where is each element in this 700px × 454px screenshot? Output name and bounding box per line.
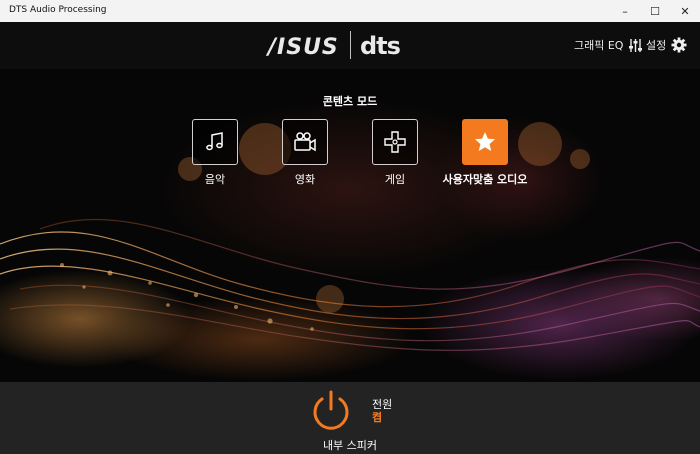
power-footer: 전원 켬 내부 스피커 [0,382,700,454]
mode-custom-audio-label: 사용자맞춤 오디오 [442,173,528,186]
graphic-eq-button[interactable]: 그래픽 EQ [574,37,643,53]
star-icon [475,132,495,151]
content-mode-panel: 콘텐츠 모드 음악 영화 게임 사용자맞춤 오디오 [0,69,700,382]
mode-music-tile[interactable] [192,119,238,165]
power-button[interactable] [309,389,353,433]
settings-label: 설정 [646,39,667,52]
mode-game[interactable]: 게임 [350,119,440,187]
settings-button[interactable]: 설정 [646,37,687,53]
mode-custom-audio[interactable]: 사용자맞춤 오디오 [440,119,530,187]
output-device-name: 내부 스피커 [322,439,378,452]
equalizer-icon [629,38,643,52]
mode-movie-tile[interactable] [282,119,328,165]
graphic-eq-label: 그래픽 EQ [574,39,624,52]
logo-divider [350,31,351,59]
gear-icon [671,37,687,53]
mode-movie-label: 영화 [294,173,316,186]
mode-music-label: 음악 [204,173,226,186]
mode-movie[interactable]: 영화 [260,119,350,187]
mode-music[interactable]: 음악 [170,119,260,187]
movie-camera-icon [294,132,316,152]
dts-logo: dts [360,32,401,60]
asus-logo: /ISUS [268,35,339,60]
gamepad-icon [384,131,406,153]
power-state: 켬 [372,411,383,424]
maximize-button[interactable]: ☐ [640,0,670,22]
app-header: /ISUS dts 그래픽 EQ 설정 [0,22,700,69]
mode-game-tile[interactable] [372,119,418,165]
background-light-streaks [0,122,700,351]
music-note-icon [206,132,223,151]
mode-game-label: 게임 [384,173,406,186]
mode-custom-audio-tile[interactable] [462,119,508,165]
title-bar: DTS Audio Processing – ☐ ✕ [0,0,700,23]
content-mode-title: 콘텐츠 모드 [322,95,378,108]
window-title: DTS Audio Processing [9,5,107,15]
close-button[interactable]: ✕ [670,0,700,22]
minimize-button[interactable]: – [610,0,640,22]
